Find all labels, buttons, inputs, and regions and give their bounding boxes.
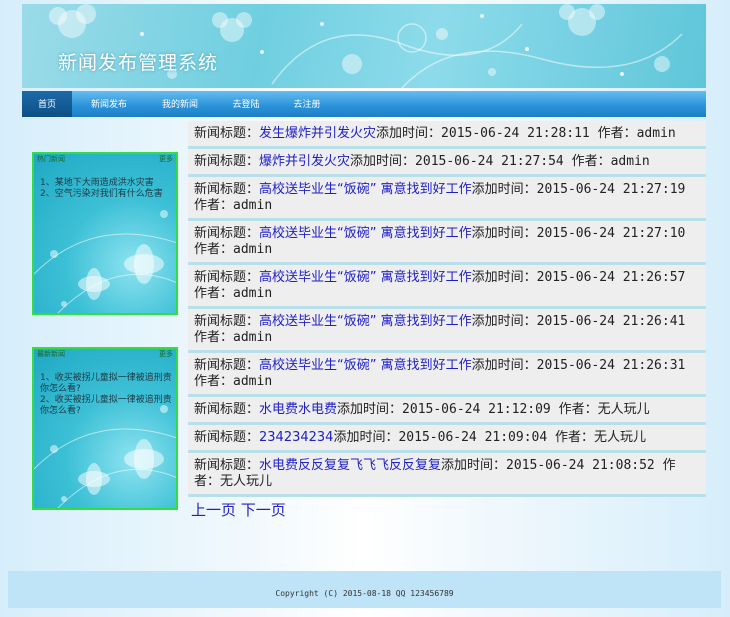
news-item: 新闻标题：水电费水电费添加时间：2015-06-24 21:12:09 作者：无… [188, 397, 706, 425]
news-title-link[interactable]: 高校送毕业生“饭碗” 寓意找到好工作 [259, 270, 472, 285]
news-title-link[interactable]: 高校送毕业生“饭碗” 寓意找到好工作 [259, 314, 472, 329]
news-title-link[interactable]: 高校送毕业生“饭碗” 寓意找到好工作 [259, 226, 472, 241]
news-item: 新闻标题：水电费反反复复飞飞飞反反复复添加时间：2015-06-24 21:08… [188, 453, 706, 497]
news-time-label: 添加时间： [471, 270, 537, 285]
header-banner: 新闻发布管理系统 [22, 4, 706, 88]
main-nav: 首页 新闻发布 我的新闻 去登陆 去注册 [22, 91, 706, 117]
news-author-label: 作者： [558, 402, 598, 417]
sidebar-hot-news: 热门新闻 更多 1、某地下大雨造成洪水灾害 2、空气污染对我们有什么危害 [32, 152, 178, 315]
news-title-label: 新闻标题： [194, 430, 260, 445]
nav-register[interactable]: 去注册 [284, 91, 330, 117]
banner-decoration [49, 4, 683, 88]
more-link[interactable]: 更多 [159, 349, 173, 359]
news-item: 新闻标题：高校送毕业生“饭碗” 寓意找到好工作添加时间：2015-06-24 2… [188, 177, 706, 221]
news-time: 2015-06-24 21:28:11 [441, 126, 590, 141]
news-item: 新闻标题：高校送毕业生“饭碗” 寓意找到好工作添加时间：2015-06-24 2… [188, 353, 706, 397]
news-author: admin [610, 154, 650, 169]
nav-my-news[interactable]: 我的新闻 [152, 91, 208, 117]
news-author-label: 作者： [194, 374, 234, 389]
news-title-label: 新闻标题： [194, 314, 260, 329]
news-time: 2015-06-24 21:26:57 [536, 270, 686, 285]
news-author: 无人玩儿 [220, 474, 273, 489]
sidebar-news-item[interactable]: 2、收买被拐儿童拟一律被追刑责 你怎么看? [40, 395, 172, 417]
news-title-link[interactable]: 水电费水电费 [259, 402, 337, 417]
news-author-label: 作者： [571, 154, 611, 169]
sidebar-news-item[interactable]: 2、空气污染对我们有什么危害 [40, 189, 172, 200]
news-title-label: 新闻标题： [194, 126, 260, 141]
news-author: 无人玩儿 [597, 402, 650, 417]
news-author-label: 作者： [194, 330, 234, 345]
news-title-label: 新闻标题： [194, 270, 260, 285]
news-time: 2015-06-24 21:08:52 [506, 458, 655, 473]
news-author: admin [233, 242, 273, 257]
news-time: 2015-06-24 21:09:04 [398, 430, 548, 445]
sidebar-news-item[interactable]: 1、收买被拐儿童拟一律被追刑责 你怎么看? [40, 373, 172, 395]
news-title-label: 新闻标题： [194, 226, 260, 241]
sidebar-news-item[interactable]: 1、某地下大雨造成洪水灾害 [40, 178, 172, 189]
news-time-label: 添加时间： [471, 314, 537, 329]
news-time-label: 添加时间： [471, 226, 537, 241]
news-author: admin [233, 198, 273, 213]
news-time: 2015-06-24 21:26:31 [536, 358, 686, 373]
news-title-label: 新闻标题： [194, 154, 260, 169]
news-author-label: 作者： [194, 242, 234, 257]
news-time-label: 添加时间： [471, 358, 537, 373]
news-title-link[interactable]: 水电费反反复复飞飞飞反反复复 [259, 458, 441, 473]
news-time: 2015-06-24 21:26:41 [536, 314, 686, 329]
sidebar-latest-news: 最新新闻 更多 1、收买被拐儿童拟一律被追刑责 你怎么看? 2、收买被拐儿童拟一… [32, 347, 178, 510]
news-item: 新闻标题：234234234添加时间：2015-06-24 21:09:04 作… [188, 425, 706, 453]
news-author: admin [233, 330, 273, 345]
news-title-link[interactable]: 高校送毕业生“饭碗” 寓意找到好工作 [259, 358, 472, 373]
news-title-link[interactable]: 发生爆炸并引发火灾 [259, 126, 376, 141]
news-item: 新闻标题：高校送毕业生“饭碗” 寓意找到好工作添加时间：2015-06-24 2… [188, 265, 706, 309]
news-title-label: 新闻标题： [194, 458, 260, 473]
news-author-label: 作者： [597, 126, 637, 141]
news-author-label: 作者： [555, 430, 595, 445]
sidebar-heading: 最新新闻 [37, 350, 65, 358]
news-time-label: 添加时间： [471, 182, 537, 197]
site-title: 新闻发布管理系统 [58, 52, 219, 74]
footer: Copyright (C) 2015-08-18 QQ 123456789 [8, 571, 721, 608]
news-title-label: 新闻标题： [194, 182, 260, 197]
pager: 上一页 下一页 [188, 497, 706, 522]
news-author-label: 作者： [194, 198, 234, 213]
news-title-link[interactable]: 爆炸并引发火灾 [259, 154, 350, 169]
nav-home[interactable]: 首页 [22, 91, 72, 117]
prev-page-link[interactable]: 上一页 [191, 501, 236, 519]
more-link[interactable]: 更多 [159, 154, 173, 164]
news-time: 2015-06-24 21:27:19 [536, 182, 686, 197]
news-time-label: 添加时间： [333, 430, 399, 445]
news-author: admin [636, 126, 676, 141]
news-title-link[interactable]: 234234234 [259, 430, 333, 445]
news-time: 2015-06-24 21:27:10 [536, 226, 686, 241]
news-author-label: 作者： [194, 286, 234, 301]
news-item: 新闻标题：高校送毕业生“饭碗” 寓意找到好工作添加时间：2015-06-24 2… [188, 221, 706, 265]
news-author: admin [233, 286, 273, 301]
news-list: 新闻标题：发生爆炸并引发火灾添加时间：2015-06-24 21:28:11 作… [188, 121, 706, 522]
nav-publish-news[interactable]: 新闻发布 [80, 91, 138, 117]
news-time: 2015-06-24 21:27:54 [415, 154, 564, 169]
news-item: 新闻标题：高校送毕业生“饭碗” 寓意找到好工作添加时间：2015-06-24 2… [188, 309, 706, 353]
news-time-label: 添加时间： [376, 126, 442, 141]
news-title-link[interactable]: 高校送毕业生“饭碗” 寓意找到好工作 [259, 182, 472, 197]
news-title-label: 新闻标题： [194, 358, 260, 373]
next-page-link[interactable]: 下一页 [241, 501, 286, 519]
nav-login[interactable]: 去登陆 [224, 91, 268, 117]
news-time-label: 添加时间： [350, 154, 416, 169]
sidebar-heading: 热门新闻 [37, 155, 65, 163]
news-title-label: 新闻标题： [194, 402, 260, 417]
news-item: 新闻标题：发生爆炸并引发火灾添加时间：2015-06-24 21:28:11 作… [188, 121, 706, 149]
page: 新闻发布管理系统 首页 新闻发布 我的新闻 去登陆 去注册 热门新闻 更多 1、… [22, 0, 706, 617]
news-author: admin [233, 374, 273, 389]
news-author: 无人玩儿 [594, 430, 647, 445]
news-time-label: 添加时间： [337, 402, 403, 417]
news-time: 2015-06-24 21:12:09 [402, 402, 551, 417]
news-time-label: 添加时间： [441, 458, 507, 473]
news-item: 新闻标题：爆炸并引发火灾添加时间：2015-06-24 21:27:54 作者：… [188, 149, 706, 177]
